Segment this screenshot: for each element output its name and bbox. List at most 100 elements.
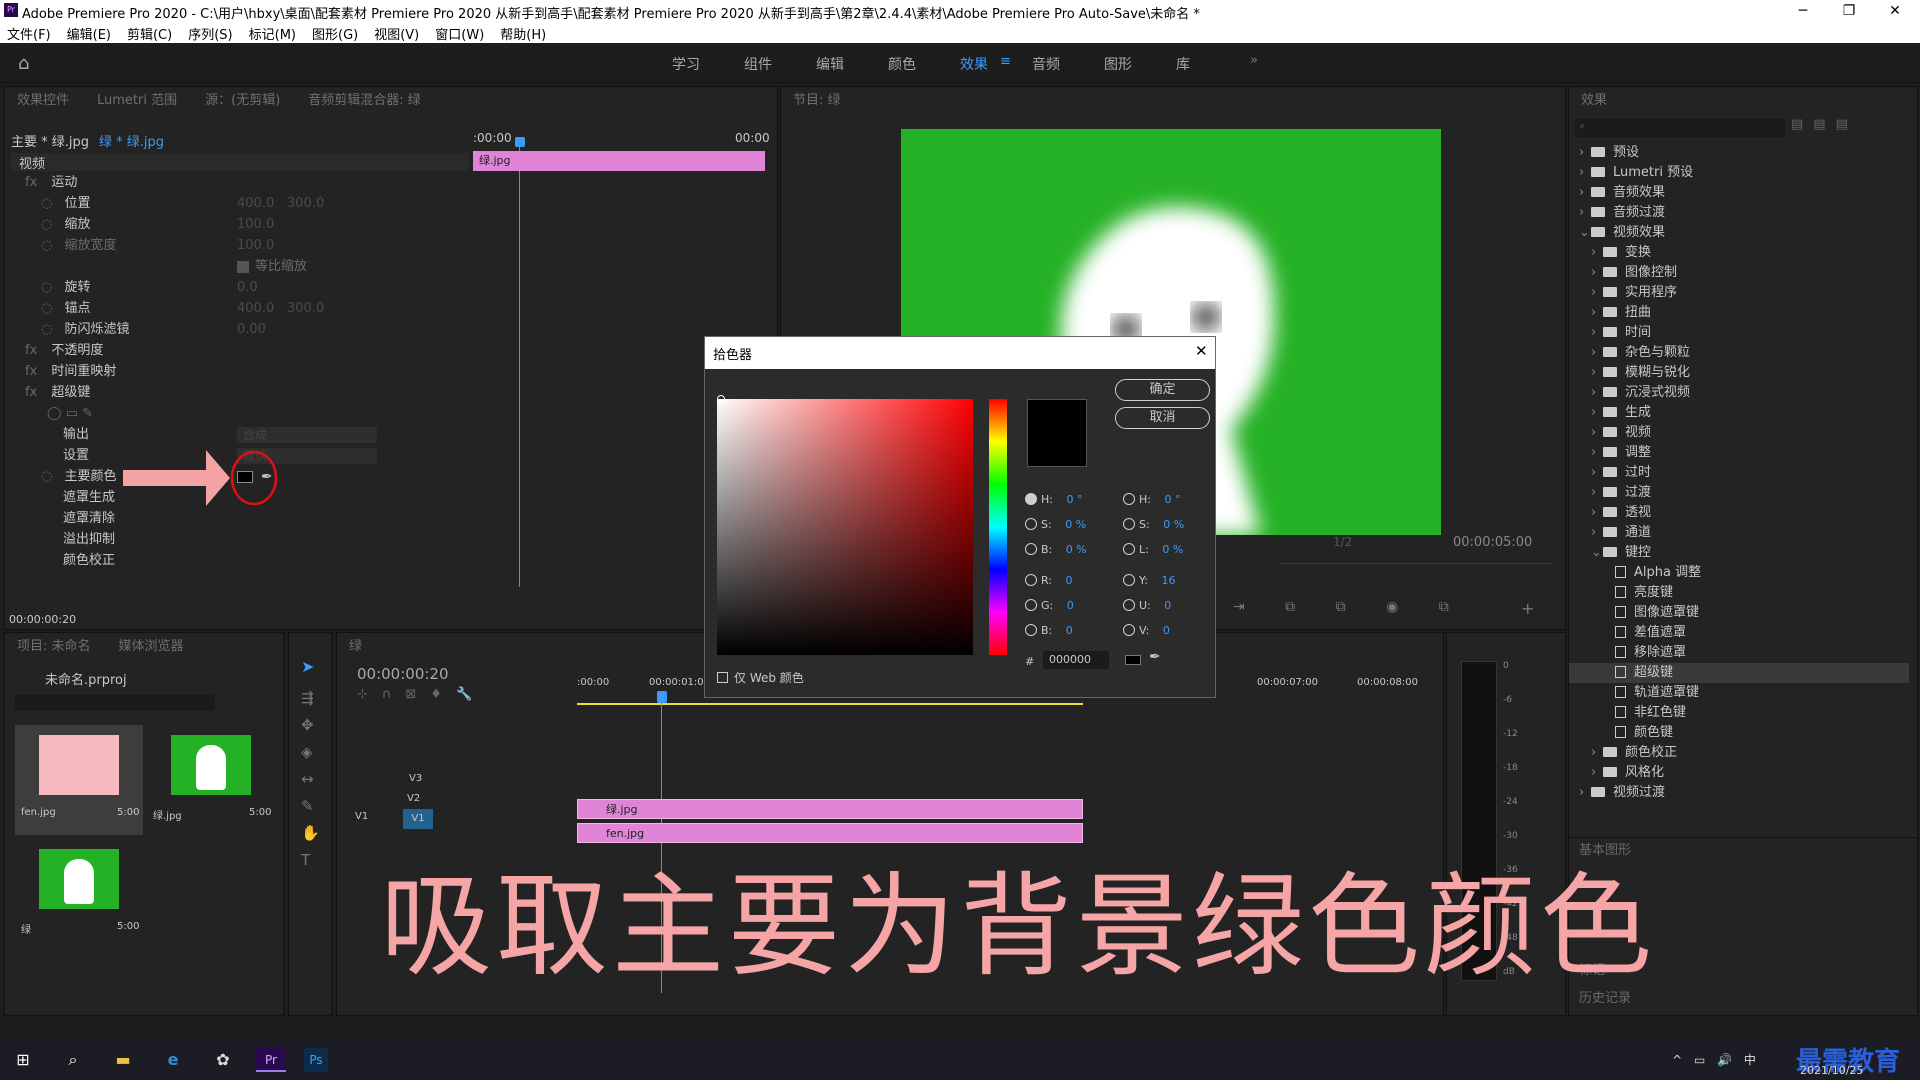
tab-audio-clip-mixer[interactable]: 音频剪辑混合器: 绿 bbox=[308, 93, 421, 108]
hex-input[interactable]: 000000 bbox=[1043, 651, 1109, 669]
chevron-right-icon[interactable]: › bbox=[1591, 263, 1603, 283]
chevron-right-icon[interactable]: › bbox=[1591, 243, 1603, 263]
menu-graphics[interactable]: 图形(G) bbox=[305, 22, 367, 43]
chevron-right-icon[interactable]: › bbox=[1591, 523, 1603, 543]
menu-edit[interactable]: 编辑(E) bbox=[60, 22, 120, 43]
tab-sequence[interactable]: 绿 bbox=[349, 639, 362, 654]
ok-button[interactable]: 确定 bbox=[1115, 379, 1210, 401]
pen-mask-icon[interactable]: ✎ bbox=[82, 406, 93, 421]
prop-value[interactable]: 300.0 bbox=[287, 299, 324, 319]
menu-file[interactable]: 文件(F) bbox=[0, 22, 60, 43]
prop-value[interactable]: 300.0 bbox=[287, 194, 324, 214]
prop-value[interactable]: 100.0 bbox=[237, 236, 274, 256]
chevron-right-icon[interactable]: › bbox=[1591, 763, 1603, 783]
clip-green-jpg[interactable]: 绿.jpg bbox=[577, 799, 1083, 819]
field-s[interactable]: S: 0 % bbox=[1025, 512, 1087, 537]
tab-media-browser[interactable]: 媒体浏览器 bbox=[119, 639, 184, 654]
tab-program[interactable]: 节目: 绿 bbox=[793, 93, 841, 108]
tab-project[interactable]: 项目: 未命名 bbox=[17, 639, 91, 654]
timeline-timecode[interactable]: 00:00:00:20 bbox=[357, 665, 449, 683]
file-explorer-icon[interactable]: ▬ bbox=[110, 1048, 136, 1072]
chevron-right-icon[interactable]: › bbox=[1579, 783, 1591, 803]
prop-row-scale-width[interactable]: ◌ 缩放宽度 100.0 bbox=[11, 236, 274, 256]
field-g[interactable]: G: 0 bbox=[1025, 593, 1087, 618]
effects-tree-item[interactable]: › 变换 bbox=[1569, 243, 1909, 263]
effects-tree-item[interactable]: Alpha 调整 bbox=[1569, 563, 1909, 583]
chevron-right-icon[interactable]: › bbox=[1591, 383, 1603, 403]
prop-value[interactable]: 0.00 bbox=[237, 320, 266, 340]
chevron-right-icon[interactable]: › bbox=[1579, 183, 1591, 203]
chevron-right-icon[interactable]: › bbox=[1591, 303, 1603, 323]
timeline-tool-icons[interactable]: ⊹∩⊠♦🔧 bbox=[357, 687, 486, 702]
search-icon[interactable]: ⌕ bbox=[60, 1048, 86, 1072]
chevron-down-icon[interactable]: ⌄ bbox=[1591, 543, 1603, 563]
workspace-tab-audio[interactable]: 音频 bbox=[1032, 54, 1060, 74]
program-scrub-bar[interactable] bbox=[1281, 563, 1551, 564]
effects-tree-item[interactable]: › 风格化 bbox=[1569, 763, 1909, 783]
workspace-tab-effects[interactable]: 效果 bbox=[960, 54, 988, 74]
hue-slider[interactable] bbox=[989, 399, 1007, 655]
prop-row-position[interactable]: ◌ 位置 400.0 300.0 bbox=[11, 194, 324, 214]
chevron-right-icon[interactable]: › bbox=[1591, 463, 1603, 483]
prop-value[interactable]: 100.0 bbox=[237, 215, 274, 235]
effects-tree-item[interactable]: › 视频 bbox=[1569, 423, 1909, 443]
prop-value[interactable]: 0.0 bbox=[237, 278, 258, 298]
workspace-tab-editing[interactable]: 编辑 bbox=[816, 54, 844, 74]
chevron-right-icon[interactable]: › bbox=[1591, 483, 1603, 503]
color-field[interactable] bbox=[717, 399, 973, 655]
windows-start-icon[interactable]: ⊞ bbox=[10, 1048, 36, 1072]
cancel-button[interactable]: 取消 bbox=[1115, 407, 1210, 429]
prop-value[interactable]: 400.0 bbox=[237, 299, 274, 319]
more-workspaces-icon[interactable]: » bbox=[1250, 53, 1258, 68]
chevron-right-icon[interactable]: › bbox=[1591, 343, 1603, 363]
fx-row-ultra-key[interactable]: fx 超级键 bbox=[11, 383, 90, 403]
ellipse-mask-icon[interactable]: ◯ bbox=[11, 406, 62, 421]
chevron-right-icon[interactable]: › bbox=[1591, 283, 1603, 303]
tab-lumetri-scopes[interactable]: Lumetri 范围 bbox=[97, 93, 177, 108]
prop-value[interactable]: 400.0 bbox=[237, 194, 274, 214]
transport-controls[interactable]: ⇥ ⧉ ⧉ ◉ ⧉ bbox=[1233, 599, 1467, 615]
add-button-icon[interactable]: + bbox=[1521, 599, 1534, 618]
effects-tree-item[interactable]: › 音频效果 bbox=[1569, 183, 1909, 203]
effects-tree-item[interactable]: 颜色键 bbox=[1569, 723, 1909, 743]
field-b2[interactable]: B: 0 bbox=[1025, 618, 1087, 643]
dialog-eyedropper-icon[interactable]: ✒ bbox=[1149, 649, 1161, 665]
effects-tree-item[interactable]: › 图像控制 bbox=[1569, 263, 1909, 283]
timeline-playhead[interactable] bbox=[657, 691, 667, 703]
tab-effects[interactable]: 效果 bbox=[1581, 93, 1607, 108]
effects-tree-item[interactable]: › 预设 bbox=[1569, 143, 1909, 163]
track-label-v1[interactable]: V1 bbox=[403, 809, 433, 829]
effects-tree-item[interactable]: 超级键 bbox=[1569, 663, 1909, 683]
photoshop-taskbar-icon[interactable]: Ps bbox=[304, 1048, 328, 1072]
fx-row-motion[interactable]: fx 运动 bbox=[11, 173, 77, 193]
field-sl[interactable]: S: 0 % bbox=[1123, 512, 1184, 537]
field-l[interactable]: L: 0 % bbox=[1123, 537, 1184, 562]
program-timecode[interactable]: 00:00:05:00 bbox=[1453, 535, 1532, 550]
workspace-menu-icon[interactable]: ≡ bbox=[1000, 54, 1011, 69]
prop-row-color-correction[interactable]: 颜色校正 bbox=[11, 551, 115, 571]
effects-tree-item[interactable]: › 通道 bbox=[1569, 523, 1909, 543]
chevron-right-icon[interactable]: › bbox=[1591, 443, 1603, 463]
prop-row-spill[interactable]: 溢出抑制 bbox=[11, 530, 115, 550]
effects-tree-item[interactable]: › 杂色与颗粒 bbox=[1569, 343, 1909, 363]
effects-tree-item[interactable]: › 调整 bbox=[1569, 443, 1909, 463]
field-h[interactable]: H: 0 ° bbox=[1025, 487, 1087, 512]
chevron-down-icon[interactable]: ⌄ bbox=[1579, 223, 1591, 243]
fx-row-time-remap[interactable]: fx 时间重映射 bbox=[11, 362, 116, 382]
project-item-fen[interactable]: fen.jpg 5:00 bbox=[15, 725, 143, 835]
uniform-scale-checkbox[interactable] bbox=[237, 261, 249, 273]
prop-row-matte-gen[interactable]: 遮罩生成 bbox=[11, 488, 115, 508]
workspace-tab-assembly[interactable]: 组件 bbox=[744, 54, 772, 74]
effects-tree-item[interactable]: › 过渡 bbox=[1569, 483, 1909, 503]
chevron-right-icon[interactable]: › bbox=[1579, 163, 1591, 183]
home-icon[interactable]: ⌂ bbox=[18, 53, 38, 74]
work-area-bar[interactable] bbox=[577, 703, 1083, 705]
chevron-right-icon[interactable]: › bbox=[1591, 743, 1603, 763]
menu-help[interactable]: 帮助(H) bbox=[493, 22, 555, 43]
ec-playhead[interactable] bbox=[515, 137, 525, 147]
minimize-button[interactable]: ─ bbox=[1780, 0, 1826, 22]
prop-row-key-color[interactable]: ◌ 主要颜色 ✒ bbox=[11, 467, 273, 487]
zoom-level[interactable]: 1/2 bbox=[1333, 535, 1352, 549]
effects-tree-item[interactable]: › 透视 bbox=[1569, 503, 1909, 523]
effects-tree-item[interactable]: › 过时 bbox=[1569, 463, 1909, 483]
